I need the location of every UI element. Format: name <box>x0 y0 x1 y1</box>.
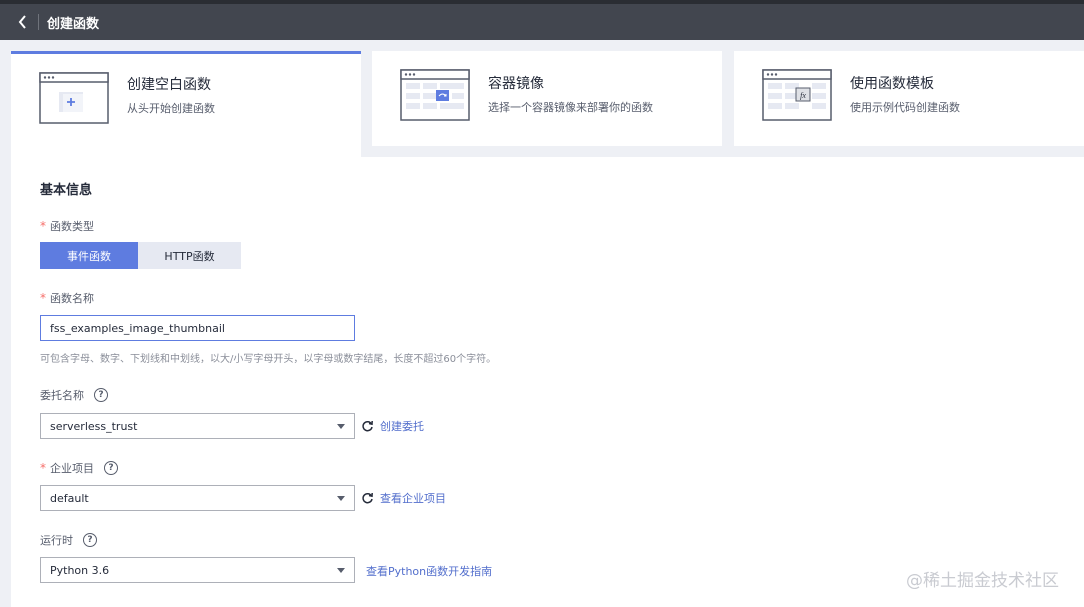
required-mark: * <box>40 219 46 233</box>
refresh-icon <box>362 492 373 503</box>
view-project-link-text: 查看企业项目 <box>380 492 446 505</box>
func-name-input[interactable]: fss_examples_image_thumbnail <box>40 315 355 341</box>
project-label-text: 企业项目 <box>50 462 94 475</box>
container-image-icon <box>400 69 470 121</box>
help-icon[interactable]: ? <box>104 461 118 475</box>
agency-select-value: serverless_trust <box>50 419 138 433</box>
caret-down-icon <box>337 567 345 573</box>
runtime-label-text: 运行时 <box>40 534 73 547</box>
required-mark: * <box>40 291 46 305</box>
card-title: 创建空白函数 <box>127 77 211 93</box>
chevron-left-icon <box>18 15 26 29</box>
func-type-toggle: 事件函数 HTTP函数 <box>40 242 241 269</box>
help-icon[interactable]: ? <box>94 388 108 402</box>
blank-function-icon <box>39 72 109 124</box>
back-button[interactable] <box>8 4 38 40</box>
card-container-image[interactable]: 容器镜像 选择一个容器镜像来部署你的函数 <box>372 51 722 146</box>
func-name-label: * 函数名称 <box>40 290 94 306</box>
project-select-value: default <box>50 491 89 505</box>
runtime-select[interactable]: Python 3.6 <box>40 557 355 583</box>
func-type-label-text: 函数类型 <box>50 220 94 233</box>
runtime-label: 运行时 ? <box>40 532 97 548</box>
required-mark: * <box>40 461 46 475</box>
caret-down-icon <box>337 423 345 429</box>
agency-label-text: 委托名称 <box>40 389 84 402</box>
card-function-template[interactable]: fx 使用函数模板 使用示例代码创建函数 <box>734 51 1084 146</box>
function-template-icon: fx <box>762 69 832 121</box>
section-title: 基本信息 <box>40 183 93 198</box>
event-function-option[interactable]: 事件函数 <box>40 242 138 269</box>
create-agency-link[interactable]: 创建委托 <box>361 418 424 434</box>
svg-text:fx: fx <box>800 91 806 100</box>
refresh-icon <box>362 420 373 431</box>
help-icon[interactable]: ? <box>83 533 97 547</box>
view-project-link[interactable]: 查看企业项目 <box>361 490 446 506</box>
runtime-select-value: Python 3.6 <box>50 563 110 577</box>
func-name-hint: 可包含字母、数字、下划线和中划线，以大/小写字母开头，以字母或数字结尾，长度不超… <box>40 354 497 365</box>
func-name-label-text: 函数名称 <box>50 292 94 305</box>
card-blank-function[interactable]: 创建空白函数 从头开始创建函数 <box>11 51 361 157</box>
page-title: 创建函数 <box>47 16 100 32</box>
header-divider <box>38 14 39 30</box>
card-desc: 选择一个容器镜像来部署你的函数 <box>488 101 653 114</box>
python-guide-link[interactable]: 查看Python函数开发指南 <box>366 563 492 579</box>
http-function-option[interactable]: HTTP函数 <box>138 242 241 269</box>
form-panel <box>11 157 1084 607</box>
agency-select[interactable]: serverless_trust <box>40 413 355 439</box>
agency-label: 委托名称 ? <box>40 387 108 403</box>
watermark: @稀土掘金技术社区 <box>906 571 1059 591</box>
card-desc: 从头开始创建函数 <box>127 102 215 115</box>
card-desc: 使用示例代码创建函数 <box>850 101 960 114</box>
project-label: * 企业项目 ? <box>40 460 118 476</box>
card-title: 使用函数模板 <box>850 76 934 92</box>
project-select[interactable]: default <box>40 485 355 511</box>
caret-down-icon <box>337 495 345 501</box>
func-type-label: * 函数类型 <box>40 218 94 234</box>
card-title: 容器镜像 <box>488 76 544 92</box>
create-agency-link-text: 创建委托 <box>380 420 424 433</box>
page-header: 创建函数 <box>0 4 1084 40</box>
